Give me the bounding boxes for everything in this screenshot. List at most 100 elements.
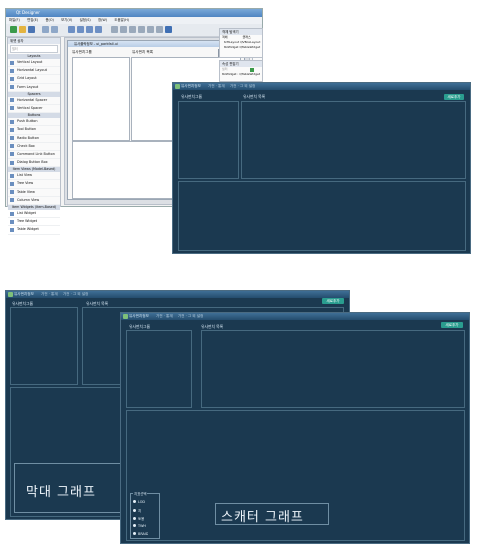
widget-item[interactable]: Vertical Spacer [8, 105, 60, 114]
tree-view-icon [10, 181, 14, 186]
widget-item[interactable]: Command Link Button [8, 151, 60, 160]
property-object-label: tblWidget : QTableWidget [222, 72, 261, 76]
group-list[interactable] [72, 57, 130, 141]
widget-item[interactable]: Horizontal Spacer [8, 97, 60, 105]
form-layout-icon [10, 85, 14, 90]
tool-button-icon [10, 127, 14, 132]
left-group-label: 유사펀치그룹 [181, 94, 202, 99]
edit-buddies-icon[interactable] [86, 26, 93, 33]
menu-settings[interactable]: 설정(S) [80, 17, 91, 24]
open-folder-icon[interactable] [19, 26, 26, 33]
adjust-size-icon[interactable] [165, 26, 172, 33]
menu-help[interactable]: 도움말(H) [114, 17, 129, 24]
window-icon [8, 292, 13, 297]
indicator-group: 지표선택 LOD 지 토용 TWH BRAID [130, 491, 160, 539]
menu-edit[interactable]: 편집(E) [27, 17, 38, 24]
item-table[interactable] [241, 101, 466, 179]
indicator-group-title: 지표선택 [133, 491, 148, 496]
edit-widgets-icon[interactable] [68, 26, 75, 33]
tab-stats[interactable]: 가전 · 통계 [41, 292, 58, 296]
list-view-icon [10, 173, 14, 178]
indicator-option[interactable]: TWH [133, 524, 146, 528]
preview-title: 유사펀치정보 가전 · 통계 가전 · 그 외 설정 [121, 313, 469, 320]
indicator-option[interactable]: 토용 [133, 516, 144, 521]
grid-layout-icon [10, 76, 14, 81]
horizontal-layout-icon [10, 68, 14, 73]
layout-horizontal-icon[interactable] [111, 26, 118, 33]
dialog-button-box-icon [10, 160, 14, 165]
group-list[interactable] [10, 307, 78, 385]
radio-icon [133, 517, 136, 520]
indicator-option[interactable]: LOD [133, 500, 145, 504]
add-new-button[interactable]: 새로추가 [444, 94, 464, 100]
table-view-icon [10, 190, 14, 195]
add-property-icon[interactable] [250, 68, 254, 72]
push-button-icon [10, 119, 14, 124]
preview-window-3: 유사펀치정보 가전 · 통계 가전 · 그 외 설정 유사펀치그룹 유사펀치 목… [120, 312, 470, 544]
widget-item[interactable]: Check Box [8, 143, 60, 151]
check-box-icon [10, 144, 14, 149]
menu-view[interactable]: 보기(V) [61, 17, 72, 24]
paste-icon[interactable] [51, 26, 58, 33]
designer-title: Qt Designer [6, 9, 262, 17]
menu-file[interactable]: 파일(F) [9, 17, 20, 24]
widget-item[interactable]: Dialog Button Box [8, 159, 60, 168]
right-list-label: 유사펀치 목록 [132, 50, 153, 54]
preview-title: 유사펀치정보 가전 · 통계 가전 · 그 외 설정 [173, 83, 470, 90]
menu-form[interactable]: 폼(O) [45, 17, 53, 24]
tab-stats[interactable]: 가전 · 통계 [156, 314, 173, 318]
radio-icon [133, 500, 136, 503]
radio-icon [133, 524, 136, 527]
horizontal-spacer-icon [10, 98, 14, 103]
tab-settings[interactable]: 가전 · 그 외 설정 [178, 314, 204, 318]
new-file-icon[interactable] [10, 26, 17, 33]
col-class: 클래스 [242, 35, 251, 39]
widget-item[interactable]: Column View [8, 197, 60, 205]
layout-grid-icon[interactable] [138, 26, 145, 33]
edit-signals-icon[interactable] [77, 26, 84, 33]
vertical-spacer-icon [10, 106, 14, 111]
save-icon[interactable] [28, 26, 35, 33]
indicator-option[interactable]: BRAID [133, 532, 148, 536]
widget-filter-input[interactable]: 필터 [10, 45, 58, 53]
group-list[interactable] [126, 330, 192, 408]
edit-tab-order-icon[interactable] [95, 26, 102, 33]
bar-chart-caption: 막대 그래프 [26, 485, 96, 500]
widget-item[interactable]: Tree View [8, 180, 60, 189]
widget-item[interactable]: Radio Button [8, 135, 60, 143]
break-layout-icon[interactable] [156, 26, 163, 33]
designer-menubar: 파일(F) 편집(E) 폼(O) 보기(V) 설정(S) 창(W) 도움말(H) [6, 17, 262, 24]
widget-item[interactable]: Tree Widget [8, 218, 60, 227]
preview-window-1: 유사펀치정보 가전 · 통계 가전 · 그 외 설정 유사펀치그룹 유사펀치 목… [172, 82, 471, 254]
widget-item[interactable]: Tool Button [8, 126, 60, 135]
widget-item[interactable]: Table View [8, 189, 60, 197]
menu-window[interactable]: 창(W) [98, 17, 107, 24]
object-row[interactable]: tblWidget QTableWidget [220, 45, 262, 50]
property-editor: 속성 편집기 필터 tblWidget : QTableWidget [219, 60, 263, 82]
widget-item[interactable]: Push Button [8, 118, 60, 127]
widget-item[interactable]: List View [8, 172, 60, 181]
copy-icon[interactable] [42, 26, 49, 33]
widget-item[interactable]: List Widget [8, 210, 60, 219]
widget-item[interactable]: Vertical Layout [8, 59, 60, 68]
layout-vertical-icon[interactable] [120, 26, 127, 33]
layout-form-icon[interactable] [147, 26, 154, 33]
group-list[interactable] [178, 101, 239, 179]
widget-item[interactable]: Horizontal Layout [8, 67, 60, 76]
tree-widget-icon [10, 219, 14, 224]
form-window-title: 유사플락정보 - ui_parkfall.ui [68, 41, 244, 47]
tab-settings[interactable]: 가전 · 그 외 설정 [63, 292, 89, 296]
widget-item[interactable]: Table Widget [8, 226, 60, 235]
layout-splitter-icon[interactable] [129, 26, 136, 33]
indicator-option[interactable]: 지 [133, 508, 141, 513]
tab-settings[interactable]: 가전 · 그 외 설정 [230, 84, 256, 88]
widget-item[interactable]: Grid Layout [8, 75, 60, 84]
column-view-icon [10, 198, 14, 203]
list-widget-icon [10, 211, 14, 216]
widget-item[interactable]: Form Layout [8, 84, 60, 92]
add-new-button-2[interactable]: 새로추가 [322, 298, 344, 304]
item-table[interactable] [201, 330, 465, 408]
add-new-button[interactable]: 새로추가 [441, 322, 463, 328]
tab-stats[interactable]: 가전 · 통계 [208, 84, 225, 88]
radio-icon [133, 509, 136, 512]
